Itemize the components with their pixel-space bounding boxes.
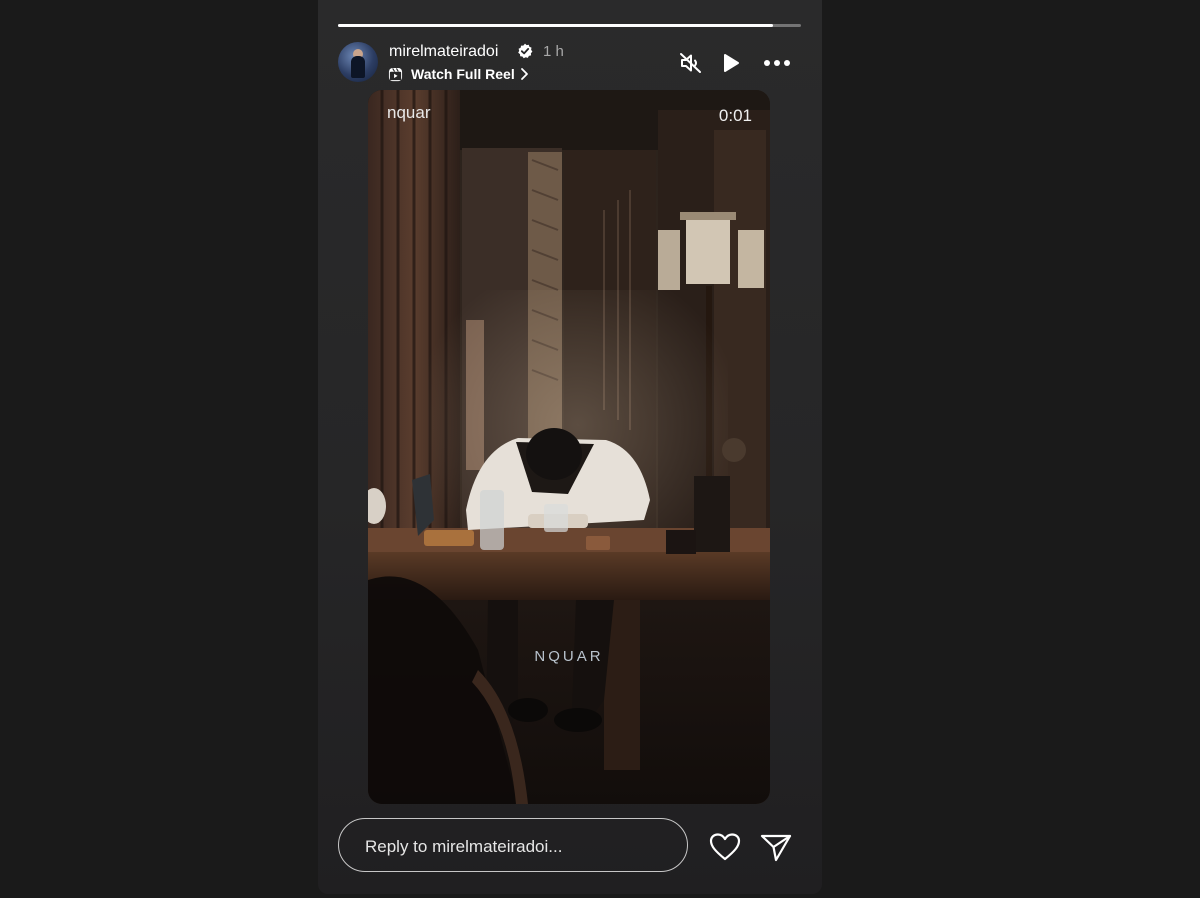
video-timestamp: 0:01 [718, 106, 752, 125]
reel-icon [388, 67, 403, 81]
watch-full-reel-label: Watch Full Reel [411, 66, 515, 82]
verified-badge-icon [518, 43, 533, 59]
reply-input[interactable]: Reply to mirelmateiradoi... [338, 818, 688, 872]
chevron-right-icon [520, 68, 528, 80]
avatar-figure [351, 56, 365, 78]
more-options-button[interactable] [762, 52, 792, 74]
mute-button[interactable] [678, 52, 704, 74]
send-icon[interactable] [760, 832, 792, 862]
avatar[interactable] [338, 42, 378, 82]
story-video[interactable]: nquar 0:01 NQUAR [368, 90, 770, 804]
watch-full-reel-link[interactable]: Watch Full Reel [388, 65, 529, 83]
video-frame-scene [368, 90, 770, 804]
story-progress-fill [338, 24, 774, 27]
play-icon [724, 54, 739, 72]
muted-speaker-icon [680, 53, 701, 73]
story-viewer: mirelmateiradoi 1 h Watch Full Reel nqua… [318, 0, 822, 894]
reply-placeholder: Reply to mirelmateiradoi... [365, 837, 563, 856]
heart-icon[interactable] [709, 832, 741, 862]
video-overlay-username: nquar [387, 103, 431, 122]
story-timestamp: 1 h [543, 43, 564, 60]
story-username[interactable]: mirelmateiradoi [389, 42, 498, 62]
story-progress-track [338, 24, 801, 27]
more-options-icon [764, 60, 790, 66]
video-watermark: NQUAR [534, 648, 604, 665]
play-button[interactable] [718, 52, 744, 74]
